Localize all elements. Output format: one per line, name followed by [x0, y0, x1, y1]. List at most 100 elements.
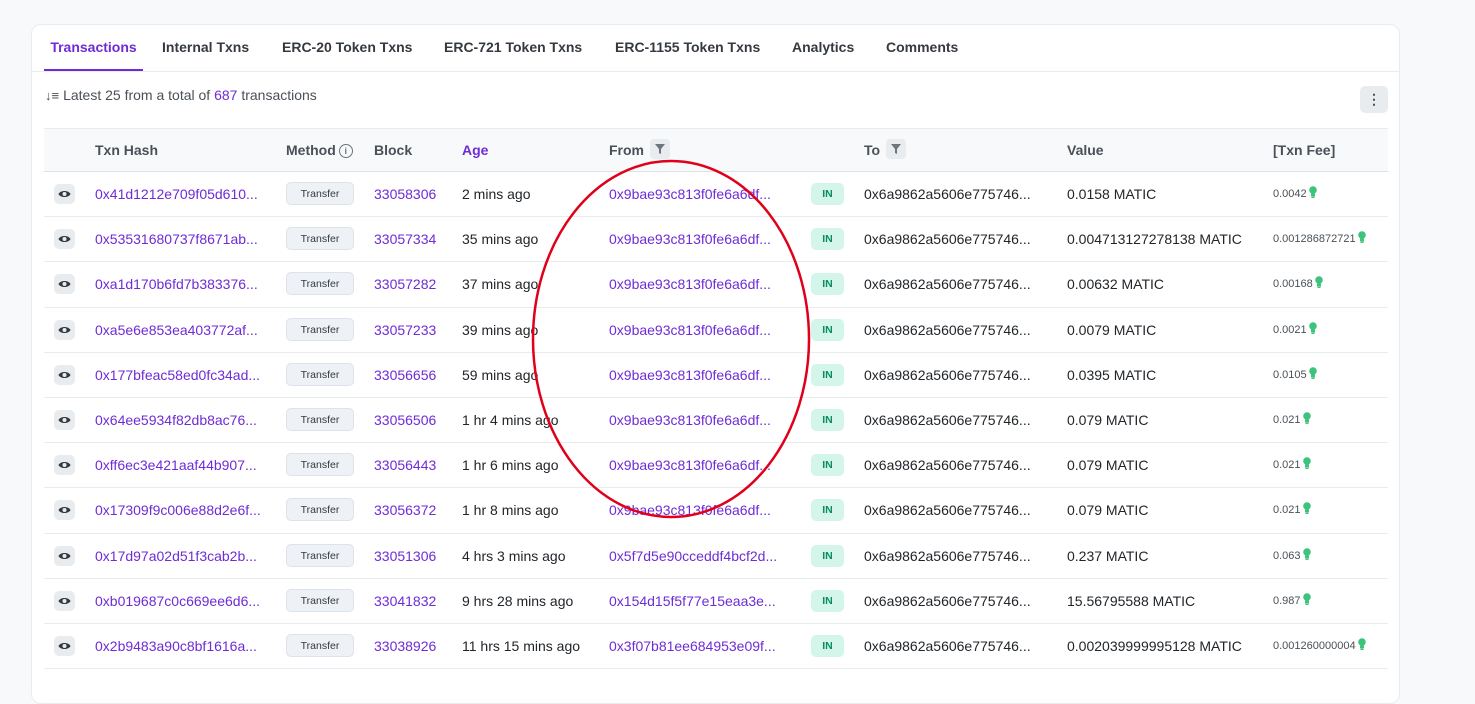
txn-hash-link[interactable]: 0xff6ec3e421aaf44b907...: [95, 443, 257, 487]
block-link[interactable]: 33051306: [374, 534, 436, 578]
to-address[interactable]: 0x6a9862a5606e775746...: [864, 262, 1031, 306]
tab-erc721-token-txns[interactable]: ERC-721 Token Txns: [444, 25, 582, 71]
lightbulb-icon[interactable]: [1302, 535, 1311, 579]
block-link[interactable]: 33058306: [374, 172, 436, 216]
to-address[interactable]: 0x6a9862a5606e775746...: [864, 488, 1031, 532]
tab-internal-txns[interactable]: Internal Txns: [162, 25, 249, 71]
block-link[interactable]: 33056443: [374, 443, 436, 487]
to-address[interactable]: 0x6a9862a5606e775746...: [864, 353, 1031, 397]
block-link[interactable]: 33057282: [374, 262, 436, 306]
to-address[interactable]: 0x6a9862a5606e775746...: [864, 172, 1031, 216]
from-address-link[interactable]: 0x3f07b81ee684953e09f...: [609, 624, 776, 668]
to-address[interactable]: 0x6a9862a5606e775746...: [864, 308, 1031, 352]
eye-icon[interactable]: [54, 455, 75, 476]
table-row: 0x17d97a02d51f3cab2b... Transfer 33051306 4…: [44, 534, 1388, 579]
summary-suffix: transactions: [241, 87, 317, 103]
txn-hash-link[interactable]: 0xa1d170b6fd7b383376...: [95, 262, 258, 306]
lightbulb-icon[interactable]: [1302, 489, 1311, 533]
age-text: 11 hrs 15 mins ago: [462, 637, 581, 654]
age-text: 1 hr 4 mins ago: [462, 411, 559, 428]
txn-fee-value: 0.001260000004: [1273, 639, 1356, 652]
eye-icon[interactable]: [54, 500, 75, 521]
to-address[interactable]: 0x6a9862a5606e775746...: [864, 398, 1031, 442]
direction-badge: IN: [811, 544, 844, 567]
to-address[interactable]: 0x6a9862a5606e775746...: [864, 579, 1031, 623]
info-icon[interactable]: i: [338, 144, 353, 158]
from-address-link[interactable]: 0x9bae93c813f0fe6a6df...: [609, 398, 771, 442]
eye-icon[interactable]: [54, 590, 75, 611]
lightbulb-icon[interactable]: [1308, 354, 1317, 398]
txn-hash-link[interactable]: 0x53531680737f8671ab...: [95, 217, 258, 261]
from-address-link[interactable]: 0x9bae93c813f0fe6a6df...: [609, 172, 771, 216]
from-address-link[interactable]: 0x9bae93c813f0fe6a6df...: [609, 262, 771, 306]
block-link[interactable]: 33041832: [374, 579, 436, 623]
block-link[interactable]: 33057334: [374, 217, 436, 261]
from-address-link[interactable]: 0x9bae93c813f0fe6a6df...: [609, 488, 771, 532]
to-address[interactable]: 0x6a9862a5606e775746...: [864, 443, 1031, 487]
tab-bar: Transactions Internal Txns ERC-20 Token …: [32, 25, 1399, 72]
tab-erc20-token-txns[interactable]: ERC-20 Token Txns: [282, 25, 412, 71]
method-badge: Transfer: [286, 362, 354, 386]
block-link[interactable]: 33056372: [374, 488, 436, 532]
eye-icon[interactable]: [54, 364, 75, 385]
eye-icon[interactable]: [54, 184, 75, 204]
tab-transactions[interactable]: Transactions: [44, 25, 143, 71]
from-address-link[interactable]: 0x9bae93c813f0fe6a6df...: [609, 308, 771, 352]
from-address-link[interactable]: 0x154d15f5f77e15eaa3e...: [609, 579, 776, 623]
block-link[interactable]: 33056656: [374, 353, 436, 397]
method-badge: Transfer: [286, 272, 354, 296]
block-link[interactable]: 33057233: [374, 308, 436, 352]
more-options-button[interactable]: ⋮: [1360, 86, 1388, 113]
transaction-count[interactable]: 687: [214, 87, 237, 103]
eye-icon[interactable]: [54, 635, 75, 656]
to-address[interactable]: 0x6a9862a5606e775746...: [864, 624, 1031, 668]
txn-hash-link[interactable]: 0x2b9483a90c8bf1616a...: [95, 624, 257, 668]
eye-icon[interactable]: [54, 274, 75, 295]
direction-badge: IN: [811, 408, 844, 431]
tab-erc1155-token-txns[interactable]: ERC-1155 Token Txns: [615, 25, 760, 71]
eye-icon[interactable]: [54, 409, 75, 430]
lightbulb-icon[interactable]: [1357, 625, 1366, 669]
txn-fee-value: 0.021: [1273, 504, 1301, 517]
tab-analytics[interactable]: Analytics: [792, 25, 854, 71]
to-address[interactable]: 0x6a9862a5606e775746...: [864, 534, 1031, 578]
column-age[interactable]: Age: [462, 129, 488, 172]
eye-icon[interactable]: [54, 229, 75, 250]
eye-icon[interactable]: [54, 319, 75, 340]
lightbulb-icon[interactable]: [1314, 263, 1323, 307]
filter-icon[interactable]: [650, 139, 670, 160]
to-address[interactable]: 0x6a9862a5606e775746...: [864, 217, 1031, 261]
txn-hash-link[interactable]: 0x41d1212e709f05d610...: [95, 172, 258, 216]
lightbulb-icon[interactable]: [1357, 218, 1366, 262]
lightbulb-icon[interactable]: [1302, 580, 1311, 624]
eye-icon[interactable]: [54, 545, 75, 566]
filter-icon[interactable]: [886, 139, 907, 160]
table-row: 0x17309f9c006e88d2e6f... Transfer 33056372…: [44, 488, 1388, 534]
from-address-link[interactable]: 0x9bae93c813f0fe6a6df...: [609, 443, 771, 487]
txn-hash-link[interactable]: 0x64ee5934f82db8ac76...: [95, 398, 257, 442]
age-text: 1 hr 6 mins ago: [462, 457, 559, 474]
from-address-link[interactable]: 0x9bae93c813f0fe6a6df...: [609, 217, 771, 261]
txn-hash-link[interactable]: 0xa5e6e853ea403772af...: [95, 308, 258, 352]
table-row: 0x53531680737f8671ab... Transfer 33057334 3…: [44, 217, 1388, 263]
txn-hash-link[interactable]: 0x17d97a02d51f3cab2b...: [95, 534, 257, 578]
lightbulb-icon[interactable]: [1308, 173, 1317, 217]
column-txn-fee[interactable]: [Txn Fee]: [1273, 129, 1335, 172]
block-link[interactable]: 33038926: [374, 624, 436, 668]
from-address-link[interactable]: 0x5f7d5e90cceddf4bcf2d...: [609, 534, 777, 578]
lightbulb-icon[interactable]: [1302, 444, 1311, 488]
txn-hash-link[interactable]: 0x177bfeac58ed0fc34ad...: [95, 353, 260, 397]
tab-comments[interactable]: Comments: [886, 25, 958, 71]
value-text: 0.079 MATIC: [1067, 502, 1149, 519]
lightbulb-icon[interactable]: [1302, 399, 1311, 443]
block-link[interactable]: 33056506: [374, 398, 436, 442]
direction-badge: IN: [811, 228, 844, 251]
txn-fee: 0.001286872721: [1273, 217, 1366, 261]
method-badge: Transfer: [286, 317, 354, 341]
from-address-link[interactable]: 0x9bae93c813f0fe6a6df...: [609, 353, 771, 397]
txn-hash-link[interactable]: 0x17309f9c006e88d2e6f...: [95, 488, 261, 532]
sort-descending-icon[interactable]: ↓≡: [45, 88, 59, 103]
lightbulb-icon[interactable]: [1308, 309, 1317, 353]
table-header: Txn Hash Method i Block Age From To Value…: [44, 128, 1388, 172]
txn-hash-link[interactable]: 0xb019687c0c669ee6d6...: [95, 579, 260, 623]
